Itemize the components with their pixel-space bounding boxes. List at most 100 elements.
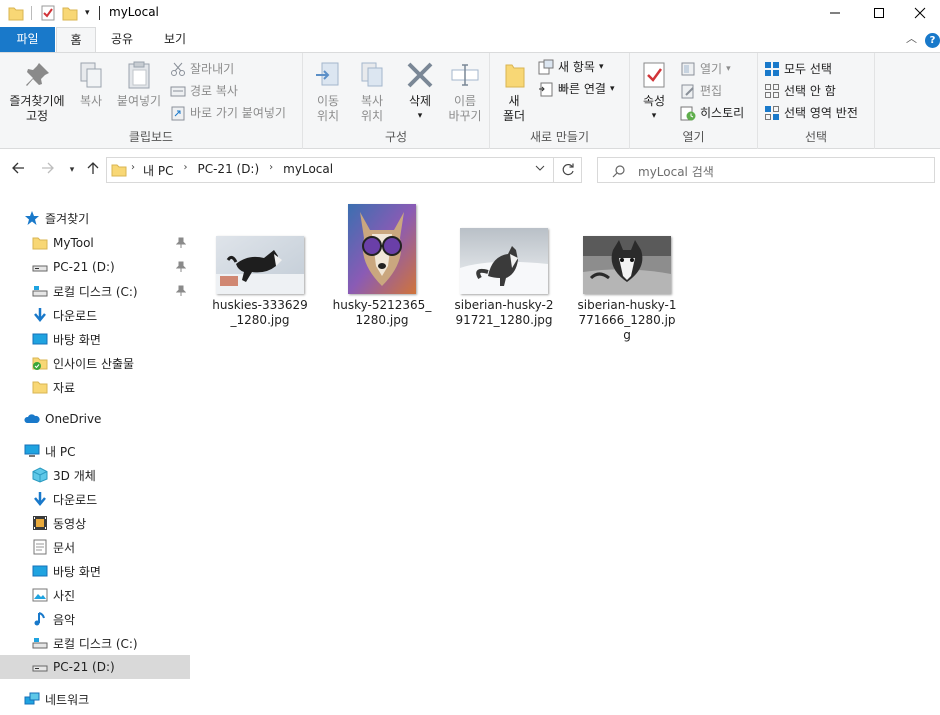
nav-item-label: 다운로드 <box>53 308 98 323</box>
nav-item-local-disk-c[interactable]: 로컬 디스크 (C:) <box>0 279 190 303</box>
nav-item-pictures[interactable]: 사진 <box>0 583 190 607</box>
file-item[interactable]: siberian-husky-1771666_1280.jpg <box>573 198 681 343</box>
group-open: 속성 ▾ 열기 ▾ 편집 히스토리 열기 <box>630 53 758 149</box>
cut-button[interactable]: 잘라내기 <box>170 59 234 79</box>
nav-item-label: 3D 개체 <box>53 468 96 483</box>
open-dropdown-icon: ▾ <box>726 64 731 74</box>
up-button[interactable] <box>83 160 103 180</box>
tab-view[interactable]: 보기 <box>155 27 195 52</box>
move-to-button[interactable]: 이동 위치 <box>307 59 349 124</box>
group-clipboard: 즐겨찾기에 고정 복사 붙여넣기 잘라내기 경로 복사 바로 가기 붙여넣기 클… <box>0 53 303 149</box>
invert-selection-button[interactable]: 선택 영역 반전 <box>764 103 858 123</box>
breadcrumb-folder[interactable]: myLocal <box>283 162 333 179</box>
properties-icon[interactable] <box>40 4 56 22</box>
help-icon[interactable]: ? <box>925 33 940 48</box>
nav-onedrive[interactable]: OneDrive <box>0 407 190 431</box>
history-label: 히스토리 <box>700 106 745 120</box>
nav-item-label: 로컬 디스크 (C:) <box>53 284 138 299</box>
nav-item-pc21-drive[interactable]: PC-21 (D:) <box>0 255 190 279</box>
nav-quick-access[interactable]: 즐겨찾기 <box>0 206 190 230</box>
nav-item-pc-local-disk-c[interactable]: 로컬 디스크 (C:) <box>0 631 190 655</box>
folder-icon[interactable] <box>8 4 24 22</box>
copy-to-icon <box>361 62 383 87</box>
file-item[interactable]: huskies-333629_1280.jpg <box>206 198 314 328</box>
tab-file[interactable]: 파일 <box>0 27 55 52</box>
copy-path-button[interactable]: 경로 복사 <box>170 81 238 101</box>
image-thumbnail <box>216 236 304 294</box>
search-box[interactable]: myLocal 검색 <box>597 157 935 183</box>
address-bar[interactable]: › 내 PC › PC-21 (D:) › myLocal <box>106 157 554 183</box>
search-icon <box>612 165 625 178</box>
history-button[interactable]: 히스토리 <box>680 103 744 123</box>
pin-quick-access-button[interactable]: 즐겨찾기에 고정 <box>4 59 70 124</box>
nav-network[interactable]: 네트워크 <box>0 687 190 711</box>
properties-dropdown-icon[interactable]: ▾ <box>636 109 672 124</box>
select-none-button[interactable]: 선택 안 함 <box>764 81 836 101</box>
copy-to-button[interactable]: 복사 위치 <box>351 59 393 124</box>
cut-label: 잘라내기 <box>190 62 235 76</box>
edit-button[interactable]: 편집 <box>680 81 722 101</box>
delete-button[interactable]: 삭제 ▾ <box>397 59 443 124</box>
nav-item-pc-desktop[interactable]: 바탕 화면 <box>0 559 190 583</box>
breadcrumb-separator-icon: › <box>269 162 274 173</box>
nav-item-insight-output[interactable]: 인사이트 산출물 <box>0 351 190 375</box>
delete-dropdown-icon[interactable]: ▾ <box>397 109 443 124</box>
customize-quick-access-icon[interactable]: ▾ <box>85 8 90 26</box>
paste-shortcut-button[interactable]: 바로 가기 붙여넣기 <box>170 103 286 123</box>
delete-icon <box>407 62 433 88</box>
edit-label: 편집 <box>700 84 723 98</box>
synced-folder-icon <box>32 357 48 370</box>
back-button[interactable] <box>8 160 28 180</box>
refresh-button[interactable] <box>554 157 582 183</box>
new-folder-icon[interactable] <box>62 4 78 22</box>
paste-button[interactable]: 붙여넣기 <box>112 59 166 109</box>
nav-item-videos[interactable]: 동영상 <box>0 511 190 535</box>
group-select: 모두 선택 선택 안 함 선택 영역 반전 선택 <box>758 53 875 149</box>
group-new: 새 폴더 새 항목 ▾ 빠른 연결 ▾ 새로 만들기 <box>490 53 630 149</box>
properties-button[interactable]: 속성 ▾ <box>636 59 672 124</box>
file-name: siberian-husky-291721_1280.jpg <box>454 298 554 327</box>
select-all-button[interactable]: 모두 선택 <box>764 59 832 79</box>
nav-item-pc-pc21-drive[interactable]: PC-21 (D:) <box>0 655 190 679</box>
breadcrumb-drive[interactable]: PC-21 (D:) <box>197 162 259 179</box>
separator <box>31 6 32 20</box>
nav-item-documents[interactable]: 문서 <box>0 535 190 559</box>
nav-item-materials[interactable]: 자료 <box>0 375 190 399</box>
copy-button[interactable]: 복사 <box>74 59 108 109</box>
collapse-ribbon-icon[interactable]: ︿ <box>906 30 917 46</box>
minimize-button[interactable] <box>812 0 858 26</box>
rename-button[interactable]: 이름 바꾸기 <box>443 59 487 124</box>
close-button[interactable] <box>900 0 940 26</box>
open-button[interactable]: 열기 ▾ <box>680 59 731 79</box>
maximize-button[interactable] <box>856 0 902 26</box>
nav-item-desktop[interactable]: 바탕 화면 <box>0 327 190 351</box>
history-icon <box>680 106 696 121</box>
recent-locations-icon[interactable]: ▾ <box>62 160 82 180</box>
nav-item-music[interactable]: 음악 <box>0 607 190 631</box>
select-none-label: 선택 안 함 <box>784 84 836 98</box>
new-item-button[interactable]: 새 항목 ▾ <box>538 57 603 77</box>
pin-icon[interactable] <box>176 237 186 249</box>
tab-home[interactable]: 홈 <box>56 27 96 53</box>
pin-icon[interactable] <box>176 285 186 297</box>
back-arrow-icon <box>12 162 24 174</box>
new-folder-label: 새 폴더 <box>502 94 526 123</box>
new-folder-button[interactable]: 새 폴더 <box>496 59 532 124</box>
nav-item-3d-objects[interactable]: 3D 개체 <box>0 463 190 487</box>
paste-shortcut-label: 바로 가기 붙여넣기 <box>190 106 286 120</box>
nav-item-pc-downloads[interactable]: 다운로드 <box>0 487 190 511</box>
tab-share[interactable]: 공유 <box>102 27 142 52</box>
address-dropdown-icon[interactable] <box>535 163 545 176</box>
file-item[interactable]: siberian-husky-291721_1280.jpg <box>450 198 558 328</box>
paste-label: 붙여넣기 <box>116 94 162 108</box>
select-all-icon <box>765 62 779 76</box>
nav-item-mytool[interactable]: MyTool <box>0 231 190 255</box>
nav-item-downloads[interactable]: 다운로드 <box>0 303 190 327</box>
nav-this-pc[interactable]: 내 PC <box>0 439 190 463</box>
pin-icon[interactable] <box>176 261 186 273</box>
file-list: huskies-333629_1280.jpg husky-5212365_12… <box>192 190 940 715</box>
breadcrumb-this-pc[interactable]: 내 PC <box>143 162 173 179</box>
file-item[interactable]: husky-5212365_1280.jpg <box>328 198 436 328</box>
easy-access-button[interactable]: 빠른 연결 ▾ <box>538 79 615 99</box>
forward-button[interactable] <box>38 160 58 180</box>
